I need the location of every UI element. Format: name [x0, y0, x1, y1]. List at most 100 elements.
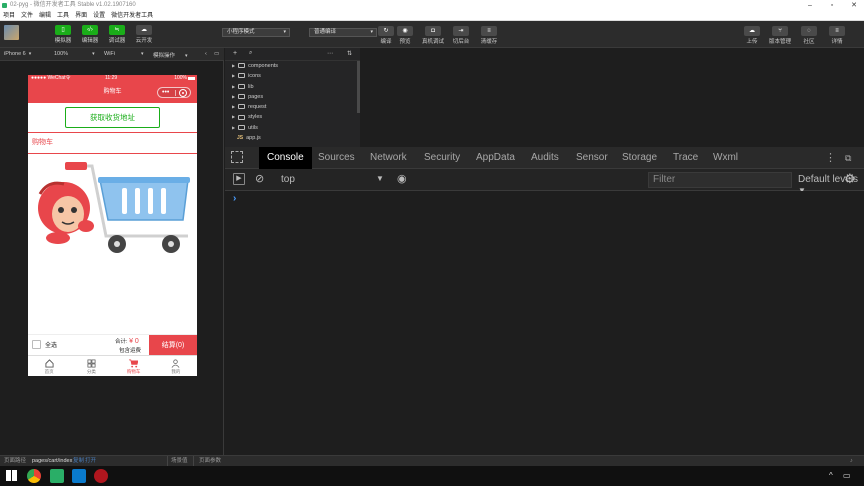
console-output[interactable]: ›	[225, 191, 864, 455]
maximize-icon[interactable]: ▫	[822, 0, 842, 11]
menu-item-file[interactable]: 文件	[18, 11, 36, 21]
tab-wxml[interactable]: Wxml	[713, 147, 738, 169]
main-toolbar: ▯ 模拟器 ‹/› 编辑器 ≒ 调试器 ☁ 云开发 小程序模式 ▾ 普通编译 ▾ ↻…	[0, 21, 864, 48]
tab-console[interactable]: Console	[259, 147, 312, 169]
tab-mine[interactable]: 我的	[155, 356, 197, 376]
select-all-checkbox[interactable]	[32, 340, 41, 349]
chevron-right-icon: ▶	[232, 93, 236, 99]
tab-sources[interactable]: Sources	[318, 147, 355, 169]
media-app-icon[interactable]	[94, 469, 108, 483]
page-params-label[interactable]: 页面参数	[199, 456, 221, 466]
menu-item-view[interactable]: 界面	[72, 11, 90, 21]
chevron-down-icon[interactable]: ▼	[376, 174, 384, 183]
compile-select[interactable]: 普通编译 ▾	[309, 28, 377, 37]
user-icon	[171, 359, 180, 368]
wechat-devtools-icon[interactable]	[50, 469, 64, 483]
tab-storage[interactable]: Storage	[622, 147, 657, 169]
menu-item-edit[interactable]: 编辑	[36, 11, 54, 21]
sort-icon[interactable]: ⇅	[347, 50, 352, 57]
close-mini-icon[interactable]	[179, 89, 187, 97]
debugger-button[interactable]: ≒ 调试器	[104, 25, 130, 44]
menu-item-project[interactable]: 项目	[0, 11, 18, 21]
tree-item-pages[interactable]: ▶ pages	[225, 92, 360, 102]
select-all-label: 全选	[45, 343, 58, 349]
menu-item-devtools[interactable]: 微信开发者工具	[108, 11, 156, 21]
sidebar-toggle-icon[interactable]: ▶	[233, 173, 245, 185]
editor-button[interactable]: ‹/› 编辑器	[77, 25, 103, 44]
tab-home[interactable]: 首页	[28, 356, 70, 376]
eye-icon[interactable]: ◉	[397, 172, 407, 185]
tree-item-lib[interactable]: ▶ lib	[225, 82, 360, 92]
folder-icon	[238, 114, 246, 120]
more-icon[interactable]: •••	[162, 82, 169, 103]
tab-cart[interactable]: 购物车	[113, 356, 155, 376]
network-select[interactable]: WiFi ▾	[104, 51, 144, 57]
gear-icon[interactable]: ⚙	[844, 171, 856, 187]
tree-item-utils[interactable]: ▶ utils	[225, 123, 360, 133]
avatar[interactable]	[4, 25, 19, 40]
tree-item-components[interactable]: ▶ components	[225, 61, 360, 71]
shipping-note: 包含运费	[119, 348, 142, 354]
window-icon[interactable]: ▭	[214, 51, 219, 57]
tab-appdata[interactable]: AppData	[476, 147, 515, 169]
more-icon[interactable]: ⋯	[327, 50, 333, 57]
tree-item-app-js[interactable]: JS app.js	[225, 133, 360, 143]
capsule-menu[interactable]: •••	[157, 87, 191, 98]
scene-label[interactable]: 场景值	[171, 456, 188, 466]
settle-button[interactable]: 结算(0)	[149, 335, 197, 356]
minimize-icon[interactable]: –	[800, 0, 820, 11]
tray-expand-icon[interactable]: ^	[829, 471, 833, 480]
upload-button[interactable]: ☁ 上传	[739, 26, 765, 45]
tab-bar: 首页 分类 购物车 我的	[28, 355, 197, 376]
mode-select[interactable]: 小程序模式 ▾	[222, 28, 290, 37]
preview-button[interactable]: ◉ 预览	[392, 26, 418, 45]
copy-link[interactable]: 复制	[73, 456, 84, 466]
dock-icon[interactable]: ⧉	[845, 147, 851, 169]
tree-item-request[interactable]: ▶ request	[225, 102, 360, 112]
bell-icon[interactable]: ♪	[850, 456, 853, 466]
tree-item-icons[interactable]: ▶ icons	[225, 71, 360, 81]
community-button[interactable]: ◌ 社区	[796, 26, 822, 45]
search-icon[interactable]: ⌕	[249, 50, 252, 57]
clear-console-icon[interactable]: ⊘	[255, 172, 264, 185]
windows-start-icon[interactable]	[6, 470, 17, 481]
tab-sensor[interactable]: Sensor	[576, 147, 608, 169]
open-link[interactable]: 打开	[85, 456, 96, 466]
kebab-menu-icon[interactable]: ⋮	[825, 147, 836, 169]
tree-item-styles[interactable]: ▶ styles	[225, 112, 360, 122]
operation-select[interactable]: 模拟操作 ▾	[153, 51, 188, 59]
tab-audits[interactable]: Audits	[531, 147, 559, 169]
network-icon[interactable]: ▭	[843, 471, 851, 480]
phone-icon: ▯	[55, 25, 71, 35]
chrome-icon[interactable]	[27, 469, 41, 483]
filter-input[interactable]: Filter	[648, 172, 792, 188]
context-select[interactable]: top	[281, 174, 295, 185]
battery-label: 100%	[174, 75, 187, 81]
version-button[interactable]: ⑂ 版本管理	[767, 26, 793, 45]
details-button[interactable]: ≡ 详情	[824, 26, 850, 45]
console-prompt[interactable]: ›	[233, 193, 236, 204]
tab-trace[interactable]: Trace	[673, 147, 698, 169]
empty-cart-illustration	[28, 154, 197, 328]
remote-debug-button[interactable]: ◘ 真机调试	[420, 26, 446, 45]
cloud-dev-button[interactable]: ☁ 云开发	[131, 25, 157, 44]
inspect-icon[interactable]	[231, 151, 243, 163]
collapse-icon[interactable]: ‹	[205, 51, 207, 57]
device-select[interactable]: iPhone 6 ▾	[4, 51, 31, 57]
branch-icon: ⑂	[772, 26, 788, 36]
vscode-icon[interactable]	[72, 469, 86, 483]
get-address-button[interactable]: 获取收货地址	[65, 107, 160, 128]
tab-security[interactable]: Security	[424, 147, 460, 169]
chevron-right-icon: ▶	[232, 73, 236, 79]
zoom-select[interactable]: 100% ▾	[54, 51, 95, 57]
background-button[interactable]: ⇥ 切后台	[448, 26, 474, 45]
window-title: 02-pyg - 微信开发者工具 Stable v1.02.1907160	[10, 2, 136, 8]
tab-network[interactable]: Network	[370, 147, 407, 169]
close-icon[interactable]: ✕	[844, 0, 864, 11]
add-icon[interactable]: +	[233, 50, 237, 57]
simulator-button[interactable]: ▯ 模拟器	[50, 25, 76, 44]
menu-item-settings[interactable]: 设置	[90, 11, 108, 21]
clear-cache-button[interactable]: ≡ 清缓存	[476, 26, 502, 45]
menu-item-tools[interactable]: 工具	[54, 11, 72, 21]
tab-category[interactable]: 分类	[70, 356, 112, 376]
